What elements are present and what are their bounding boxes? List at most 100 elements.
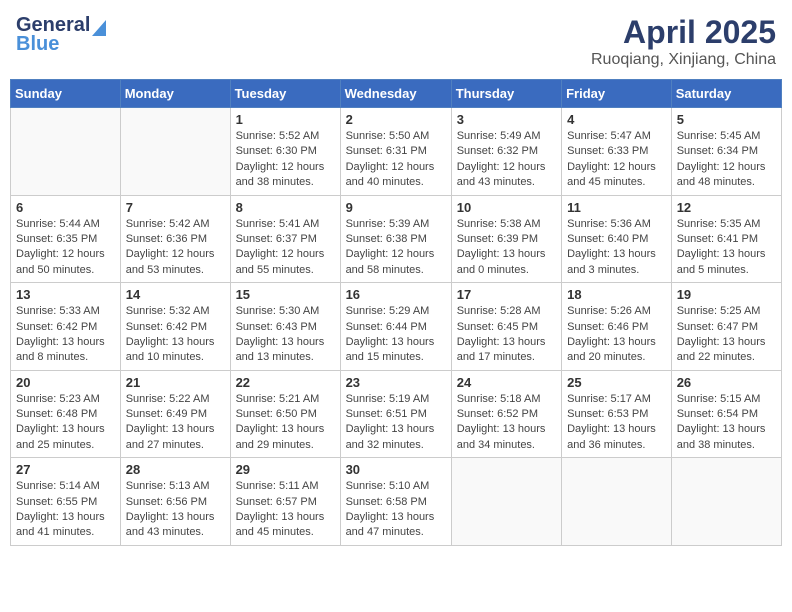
calendar-cell: 6Sunrise: 5:44 AMSunset: 6:35 PMDaylight…	[11, 195, 121, 283]
daylight-text: Daylight: 13 hours and 8 minutes.	[16, 335, 115, 366]
calendar-cell	[11, 108, 121, 196]
day-number: 30	[346, 462, 446, 477]
title-area: April 2025 Ruoqiang, Xinjiang, China	[591, 14, 776, 69]
sunrise-text: Sunrise: 5:50 AM	[346, 129, 446, 144]
day-info: Sunrise: 5:35 AMSunset: 6:41 PMDaylight:…	[677, 217, 776, 279]
daylight-text: Daylight: 12 hours and 45 minutes.	[567, 160, 666, 191]
sunset-text: Sunset: 6:56 PM	[126, 495, 225, 510]
calendar-week-row: 20Sunrise: 5:23 AMSunset: 6:48 PMDayligh…	[11, 370, 782, 458]
day-info: Sunrise: 5:10 AMSunset: 6:58 PMDaylight:…	[346, 479, 446, 541]
calendar-cell: 17 Sunrise: 5:28 AMSunset: 6:45 PMDayligh…	[451, 283, 561, 371]
day-info: Sunrise: 5:17 AMSunset: 6:53 PMDaylight:…	[567, 392, 666, 454]
sunset-text: Sunset: 6:53 PM	[567, 407, 666, 422]
day-number: 5	[677, 112, 776, 127]
day-info: Sunrise: 5:45 AMSunset: 6:34 PMDaylight:…	[677, 129, 776, 191]
day-number: 24	[457, 375, 556, 390]
daylight-text: Daylight: 12 hours and 58 minutes.	[346, 247, 446, 278]
sunset-text: Sunset: 6:37 PM	[236, 232, 335, 247]
sunrise-text: Sunrise: 5:13 AM	[126, 479, 225, 494]
day-info: Sunrise: 5:33 AMSunset: 6:42 PMDaylight:…	[16, 304, 115, 366]
daylight-text: Daylight: 12 hours and 53 minutes.	[126, 247, 225, 278]
daylight-text: Daylight: 13 hours and 36 minutes.	[567, 422, 666, 453]
sunset-text: Sunset: 6:48 PM	[16, 407, 115, 422]
calendar-cell: 4Sunrise: 5:47 AMSunset: 6:33 PMDaylight…	[562, 108, 672, 196]
sunset-text: Sunset: 6:46 PM	[567, 320, 666, 335]
daylight-text: Daylight: 13 hours and 38 minutes.	[677, 422, 776, 453]
sunrise-text: Sunrise: 5:19 AM	[346, 392, 446, 407]
calendar-cell: 13 Sunrise: 5:33 AMSunset: 6:42 PMDayligh…	[11, 283, 121, 371]
daylight-text: Daylight: 13 hours and 45 minutes.	[236, 510, 335, 541]
sunset-text: Sunset: 6:54 PM	[677, 407, 776, 422]
calendar-cell: 2Sunrise: 5:50 AMSunset: 6:31 PMDaylight…	[340, 108, 451, 196]
day-info: Sunrise: 5:21 AMSunset: 6:50 PMDaylight:…	[236, 392, 335, 454]
daylight-text: Daylight: 12 hours and 50 minutes.	[16, 247, 115, 278]
day-info: Sunrise: 5:19 AMSunset: 6:51 PMDaylight:…	[346, 392, 446, 454]
day-number: 26	[677, 375, 776, 390]
calendar-cell: 18 Sunrise: 5:26 AMSunset: 6:46 PMDayligh…	[562, 283, 672, 371]
calendar-week-row: 6Sunrise: 5:44 AMSunset: 6:35 PMDaylight…	[11, 195, 782, 283]
calendar-cell: 26Sunrise: 5:15 AMSunset: 6:54 PMDayligh…	[671, 370, 781, 458]
daylight-text: Daylight: 13 hours and 3 minutes.	[567, 247, 666, 278]
sunrise-text: Sunrise: 5:33 AM	[16, 304, 115, 319]
day-info: Sunrise: 5:52 AMSunset: 6:30 PMDaylight:…	[236, 129, 335, 191]
sunrise-text: Sunrise: 5:22 AM	[126, 392, 225, 407]
calendar-week-row: 27Sunrise: 5:14 AMSunset: 6:55 PMDayligh…	[11, 458, 782, 546]
sunset-text: Sunset: 6:33 PM	[567, 144, 666, 159]
sunrise-text: Sunrise: 5:52 AM	[236, 129, 335, 144]
sunset-text: Sunset: 6:38 PM	[346, 232, 446, 247]
day-number: 17	[457, 287, 556, 302]
daylight-text: Daylight: 13 hours and 32 minutes.	[346, 422, 446, 453]
calendar-cell: 12 Sunrise: 5:35 AMSunset: 6:41 PMDayligh…	[671, 195, 781, 283]
sunset-text: Sunset: 6:58 PM	[346, 495, 446, 510]
calendar-cell: 9Sunrise: 5:39 AMSunset: 6:38 PMDaylight…	[340, 195, 451, 283]
calendar-cell: 8Sunrise: 5:41 AMSunset: 6:37 PMDaylight…	[230, 195, 340, 283]
sunrise-text: Sunrise: 5:47 AM	[567, 129, 666, 144]
daylight-text: Daylight: 12 hours and 40 minutes.	[346, 160, 446, 191]
daylight-text: Daylight: 13 hours and 5 minutes.	[677, 247, 776, 278]
calendar-cell	[671, 458, 781, 546]
sunset-text: Sunset: 6:42 PM	[16, 320, 115, 335]
sunrise-text: Sunrise: 5:10 AM	[346, 479, 446, 494]
day-number: 23	[346, 375, 446, 390]
sunrise-text: Sunrise: 5:25 AM	[677, 304, 776, 319]
calendar-cell: 11Sunrise: 5:36 AMSunset: 6:40 PMDayligh…	[562, 195, 672, 283]
day-info: Sunrise: 5:23 AMSunset: 6:48 PMDaylight:…	[16, 392, 115, 454]
sunset-text: Sunset: 6:45 PM	[457, 320, 556, 335]
daylight-text: Daylight: 13 hours and 10 minutes.	[126, 335, 225, 366]
sunset-text: Sunset: 6:41 PM	[677, 232, 776, 247]
calendar-cell: 7Sunrise: 5:42 AMSunset: 6:36 PMDaylight…	[120, 195, 230, 283]
sunrise-text: Sunrise: 5:36 AM	[567, 217, 666, 232]
day-number: 12	[677, 200, 776, 215]
sunset-text: Sunset: 6:52 PM	[457, 407, 556, 422]
calendar-cell: 15Sunrise: 5:30 AMSunset: 6:43 PMDayligh…	[230, 283, 340, 371]
daylight-text: Daylight: 13 hours and 20 minutes.	[567, 335, 666, 366]
day-number: 18	[567, 287, 666, 302]
day-number: 9	[346, 200, 446, 215]
daylight-text: Daylight: 13 hours and 15 minutes.	[346, 335, 446, 366]
sunrise-text: Sunrise: 5:29 AM	[346, 304, 446, 319]
daylight-text: Daylight: 13 hours and 25 minutes.	[16, 422, 115, 453]
day-info: Sunrise: 5:22 AMSunset: 6:49 PMDaylight:…	[126, 392, 225, 454]
calendar-cell	[451, 458, 561, 546]
calendar-week-row: 1Sunrise: 5:52 AMSunset: 6:30 PMDaylight…	[11, 108, 782, 196]
sunrise-text: Sunrise: 5:41 AM	[236, 217, 335, 232]
day-info: Sunrise: 5:50 AMSunset: 6:31 PMDaylight:…	[346, 129, 446, 191]
sunset-text: Sunset: 6:30 PM	[236, 144, 335, 159]
daylight-text: Daylight: 13 hours and 17 minutes.	[457, 335, 556, 366]
sunrise-text: Sunrise: 5:32 AM	[126, 304, 225, 319]
sunrise-text: Sunrise: 5:26 AM	[567, 304, 666, 319]
day-info: Sunrise: 5:36 AMSunset: 6:40 PMDaylight:…	[567, 217, 666, 279]
sunset-text: Sunset: 6:31 PM	[346, 144, 446, 159]
calendar-cell: 1Sunrise: 5:52 AMSunset: 6:30 PMDaylight…	[230, 108, 340, 196]
day-info: Sunrise: 5:14 AMSunset: 6:55 PMDaylight:…	[16, 479, 115, 541]
daylight-text: Daylight: 13 hours and 29 minutes.	[236, 422, 335, 453]
daylight-text: Daylight: 13 hours and 34 minutes.	[457, 422, 556, 453]
sunrise-text: Sunrise: 5:17 AM	[567, 392, 666, 407]
day-info: Sunrise: 5:47 AMSunset: 6:33 PMDaylight:…	[567, 129, 666, 191]
day-info: Sunrise: 5:32 AMSunset: 6:42 PMDaylight:…	[126, 304, 225, 366]
weekday-header: Sunday	[11, 80, 121, 108]
day-info: Sunrise: 5:28 AMSunset: 6:45 PMDaylight:…	[457, 304, 556, 366]
month-title: April 2025	[591, 14, 776, 51]
sunset-text: Sunset: 6:57 PM	[236, 495, 335, 510]
day-number: 13	[16, 287, 115, 302]
